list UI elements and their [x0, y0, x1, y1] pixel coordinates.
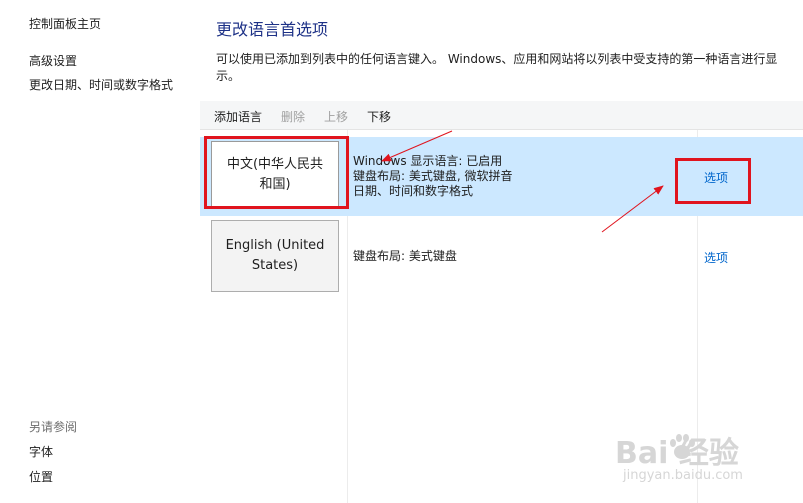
language-name: States): [251, 258, 299, 273]
page-title: 更改语言首选项: [216, 20, 329, 39]
language-info: 键盘布局: 美式键盘: [353, 249, 457, 264]
add-language-button[interactable]: 添加语言: [214, 108, 262, 125]
sidebar: 控制面板主页 高级设置 更改日期、时间或数字格式 另请参阅 字体 位置: [0, 0, 200, 503]
format-info: 日期、时间和数字格式: [353, 184, 474, 198]
page-description: 可以使用已添加到列表中的任何语言键入。 Windows、应用和网站将以列表中受支…: [216, 52, 778, 83]
display-language-status: Windows 显示语言: 已启用: [353, 154, 503, 168]
language-toolbar: 添加语言 删除 上移 下移: [200, 101, 803, 130]
keyboard-layout-info: 键盘布局: 美式键盘, 微软拼音: [353, 169, 513, 183]
move-up-button[interactable]: 上移: [324, 108, 348, 125]
fonts-link[interactable]: 字体: [29, 443, 53, 460]
language-name: 中文(中华人民共: [226, 157, 324, 172]
keyboard-layout-info: 键盘布局: 美式键盘: [353, 249, 457, 263]
language-row-chinese[interactable]: 中文(中华人民共 和国) Windows 显示语言: 已启用 键盘布局: 美式键盘…: [200, 137, 803, 216]
see-also-heading: 另请参阅: [29, 420, 78, 434]
move-down-button[interactable]: 下移: [367, 108, 391, 125]
language-list: 中文(中华人民共 和国) Windows 显示语言: 已启用 键盘布局: 美式键盘…: [200, 130, 803, 503]
main-content: 更改语言首选项 可以使用已添加到列表中的任何语言键入。 Windows、应用和网…: [200, 0, 803, 503]
language-name: English (United: [225, 238, 325, 253]
language-tile-chinese[interactable]: 中文(中华人民共 和国): [211, 141, 339, 209]
advanced-settings-link[interactable]: 高级设置: [29, 52, 77, 69]
language-name: 和国): [259, 177, 291, 192]
change-datetime-format-link[interactable]: 更改日期、时间或数字格式: [29, 76, 173, 93]
control-panel-home-link[interactable]: 控制面板主页: [29, 15, 101, 32]
location-link[interactable]: 位置: [29, 468, 53, 485]
language-tile-english[interactable]: English (United States): [211, 220, 339, 292]
options-link-english[interactable]: 选项: [704, 249, 728, 266]
language-row-english[interactable]: English (United States) 键盘布局: 美式键盘 选项: [200, 216, 803, 296]
remove-button[interactable]: 删除: [281, 108, 305, 125]
options-link-chinese[interactable]: 选项: [704, 169, 728, 186]
language-info: Windows 显示语言: 已启用 键盘布局: 美式键盘, 微软拼音 日期、时间…: [353, 154, 513, 199]
